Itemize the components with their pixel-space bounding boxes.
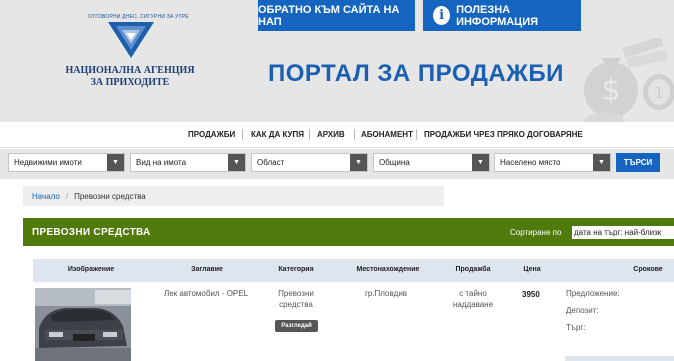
column-header-sale: Продажба: [455, 266, 491, 273]
section-title: ПРЕВОЗНИ СРЕДСТВА: [32, 227, 151, 238]
chevron-down-icon: ▼: [107, 154, 124, 171]
nav-divider: [309, 129, 310, 140]
listing-price: 3950: [522, 290, 540, 299]
municipality-value: Община: [379, 158, 410, 167]
nav-item-how-to-buy[interactable]: КАК ДА КУПЯ: [251, 130, 304, 139]
sort-label: Сортиране по: [510, 228, 562, 237]
column-header-price: Цена: [523, 266, 541, 273]
svg-text:$: $: [601, 73, 620, 108]
car-photo-icon: [35, 288, 131, 361]
column-header-image: Изображение: [67, 266, 115, 273]
listing-thumbnail[interactable]: [35, 288, 131, 361]
main-nav: ПРОДАЖБИ КАК ДА КУПЯ АРХИВ АБОНАМЕНТ ПРО…: [0, 122, 674, 148]
category-line1: Превозни: [278, 289, 314, 298]
sort-select[interactable]: дата на търг: най-близк: [572, 226, 674, 239]
search-filters: Недвижими имоти ▼ Вид на имота ▼ Област …: [0, 149, 674, 179]
breadcrumb: Начало / Превозни средства: [23, 186, 444, 206]
breadcrumb-separator: /: [65, 191, 69, 201]
breadcrumb-home-link[interactable]: Начало: [32, 192, 60, 201]
chevron-down-icon: ▼: [593, 154, 610, 171]
chevron-down-icon: ▼: [472, 154, 489, 171]
search-button[interactable]: ТЪРСИ: [616, 153, 660, 172]
listing-location: гр.Пловдив: [364, 289, 408, 298]
settlement-select[interactable]: Населено място ▼: [494, 153, 611, 172]
chevron-down-icon: ▼: [350, 154, 367, 171]
nav-item-subscription[interactable]: АБОНАМЕНТ: [361, 130, 413, 139]
property-kind-select[interactable]: Вид на имота ▼: [130, 153, 246, 172]
column-header-location: Местонахождение: [356, 266, 420, 273]
nav-item-direct-sales[interactable]: ПРОДАЖБИ ЧРЕЗ ПРЯКО ДОГОВАРЯНЕ: [424, 130, 583, 139]
region-value: Област: [257, 158, 285, 167]
nav-item-sales[interactable]: ПРОДАЖБИ: [188, 130, 235, 139]
info-icon: i: [433, 6, 451, 25]
nav-divider: [416, 129, 417, 140]
svg-text:1: 1: [654, 83, 664, 102]
term-offer-label: Предложение:: [566, 289, 620, 298]
logo-name-line1: НАЦИОНАЛНА АГЕНЦИЯ: [65, 65, 195, 76]
column-header-title: Заглавие: [191, 266, 223, 273]
property-type-value: Недвижими имоти: [14, 158, 82, 167]
back-to-nra-button[interactable]: ОБРАТНО КЪМ САЙТА НА НАП: [258, 0, 415, 31]
property-type-select[interactable]: Недвижими имоти ▼: [8, 153, 125, 172]
term-deposit-label: Депозит:: [566, 306, 599, 315]
settlement-value: Населено място: [500, 158, 561, 167]
terms-panel: [565, 356, 674, 361]
table-header: Изображение Заглавие Категория Местонахо…: [33, 259, 674, 282]
category-line2: средства: [279, 300, 313, 309]
nav-item-archive[interactable]: АРХИВ: [317, 130, 345, 139]
page-title: ПОРТАЛ ЗА ПРОДАЖБИ: [268, 60, 564, 87]
nav-divider: [242, 129, 243, 140]
sale-type-line1: с тайно: [459, 289, 487, 298]
section-header-bar: ПРЕВОЗНИ СРЕДСТВА Сортиране по дата на т…: [23, 218, 674, 246]
listing-sale-type: с тайно наддаване: [441, 288, 505, 310]
property-kind-value: Вид на имота: [136, 158, 187, 167]
logo-emblem-icon: [108, 22, 154, 58]
column-header-terms: Срокове: [633, 266, 663, 273]
listing-title[interactable]: Лек автомобил - OPEL: [161, 288, 251, 299]
site-header: ОТГОВОРНИ ДНЕС. СИГУРНИ ЗА УТРЕ НАЦИОНАЛ…: [0, 0, 674, 122]
term-auction-label: Търг:: [566, 323, 586, 332]
nav-divider: [354, 129, 355, 140]
chevron-down-icon: ▼: [228, 154, 245, 171]
useful-info-button[interactable]: i ПОЛЕЗНА ИНФОРМАЦИЯ: [423, 0, 581, 31]
municipality-select[interactable]: Община ▼: [373, 153, 490, 172]
view-button[interactable]: Разгледай: [275, 320, 318, 332]
breadcrumb-current: Превозни средства: [74, 191, 146, 201]
nra-logo[interactable]: ОТГОВОРНИ ДНЕС. СИГУРНИ ЗА УТРЕ НАЦИОНАЛ…: [60, 10, 200, 90]
listing-category: Превозни средства: [265, 288, 327, 310]
logo-agency-name: НАЦИОНАЛНА АГЕНЦИЯ ЗА ПРИХОДИТЕ: [60, 65, 200, 89]
useful-info-label: ПОЛЕЗНА ИНФОРМАЦИЯ: [456, 3, 539, 28]
logo-tagline: ОТГОВОРНИ ДНЕС. СИГУРНИ ЗА УТРЕ: [88, 14, 189, 20]
logo-name-line2: ЗА ПРИХОДИТЕ: [90, 77, 170, 88]
sale-type-line2: наддаване: [452, 300, 494, 309]
region-select[interactable]: Област ▼: [251, 153, 368, 172]
column-header-category: Категория: [278, 266, 314, 273]
money-bag-icon: $ 1: [584, 38, 674, 122]
table-row[interactable]: Лек автомобил - OPEL Превозни средства Р…: [33, 282, 674, 361]
